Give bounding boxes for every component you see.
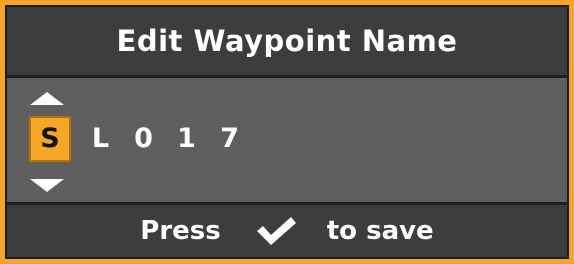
press-label: Press <box>140 216 221 246</box>
footer-bar: Press to save <box>7 202 567 257</box>
name-char-selected[interactable]: S <box>29 116 71 162</box>
dialog-title: Edit Waypoint Name <box>116 24 458 58</box>
name-char[interactable]: L <box>79 116 122 162</box>
waypoint-name-field[interactable]: S L 0 1 7 <box>29 116 251 162</box>
name-editor: S L 0 1 7 <box>7 78 567 205</box>
arrow-down-icon[interactable] <box>30 179 64 192</box>
checkmark-icon[interactable] <box>255 216 297 246</box>
dialog-frame: Edit Waypoint Name S L 0 1 7 Press to sa… <box>0 0 574 264</box>
title-bar: Edit Waypoint Name <box>7 7 567 78</box>
name-char[interactable]: 0 <box>122 116 165 162</box>
name-char[interactable]: 7 <box>208 116 251 162</box>
edit-waypoint-dialog: Edit Waypoint Name S L 0 1 7 Press to sa… <box>5 5 569 259</box>
save-label: to save <box>326 216 434 246</box>
arrow-up-icon[interactable] <box>30 92 64 105</box>
name-char[interactable]: 1 <box>165 116 208 162</box>
